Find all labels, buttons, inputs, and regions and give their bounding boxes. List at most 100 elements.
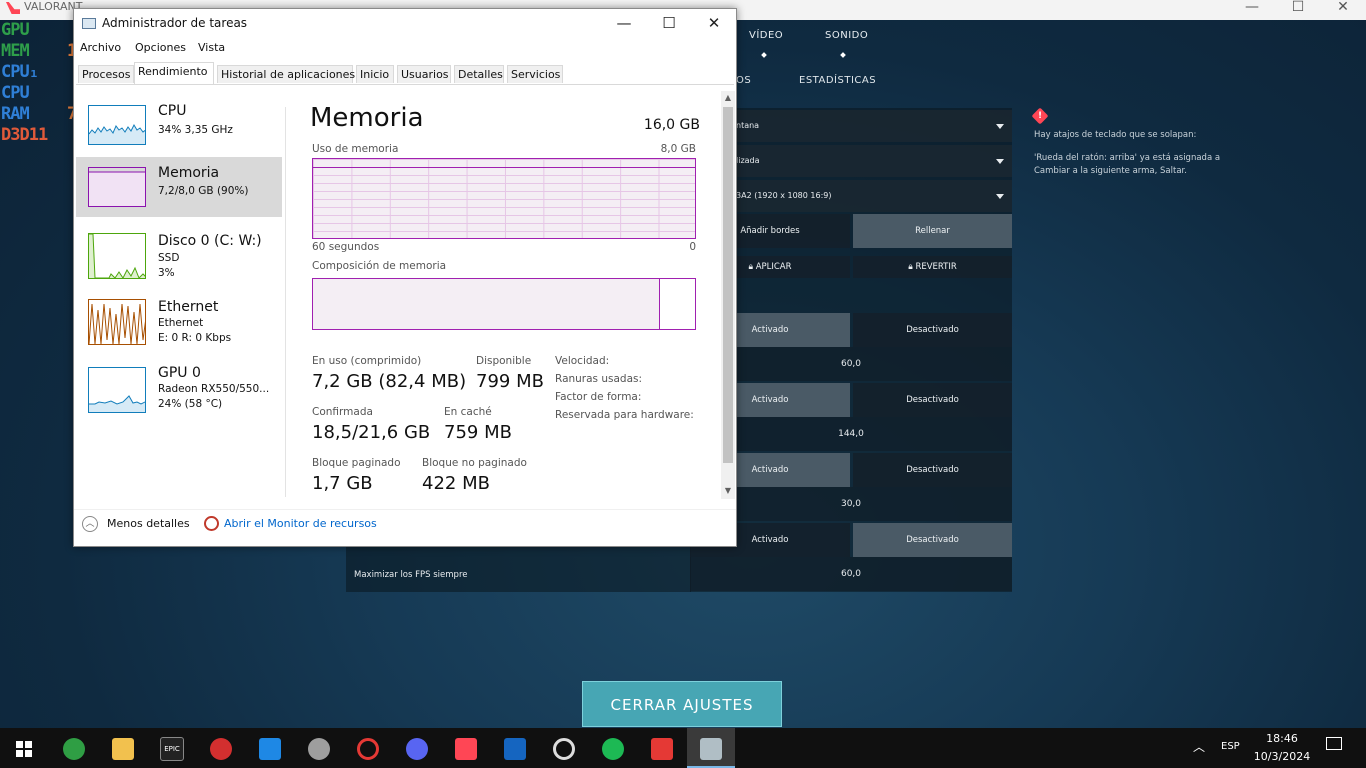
close-button[interactable]: ✕ (691, 9, 737, 39)
tab-users[interactable]: Usuarios (397, 65, 451, 83)
tab-startup[interactable]: Inicio (356, 65, 394, 83)
fps-value[interactable]: 60,0 (690, 347, 1012, 381)
close-settings-button[interactable]: CERRAR AJUSTES (582, 681, 782, 727)
scroll-thumb[interactable] (723, 107, 733, 463)
clock-time[interactable]: 18:46 (1262, 732, 1302, 745)
sidebar-sub: Ethernet (158, 317, 204, 329)
game-close-button[interactable]: ✕ (1320, 0, 1366, 20)
sidebar-item-cpu[interactable]: CPU 34% 3,35 GHz (76, 103, 282, 163)
resolution-mode-dropdown[interactable]: lizada (690, 145, 1012, 177)
sidebar-sub: 34% 3,35 GHz (158, 124, 233, 136)
subnav-tab-stats[interactable]: ESTADÍSTICAS (799, 75, 876, 86)
tab-app-history[interactable]: Historial de aplicaciones (217, 65, 355, 83)
notifications-icon[interactable] (1326, 737, 1342, 750)
paged-pool-value: 1,7 GB (312, 473, 373, 494)
tm-titlebar[interactable]: Administrador de tareas — ☐ ✕ (74, 9, 736, 39)
discord-icon[interactable] (393, 728, 441, 768)
committed-value: 18,5/21,6 GB (312, 422, 431, 443)
windows-start-icon[interactable] (0, 728, 48, 768)
usage-graph-max: 8,0 GB (660, 143, 696, 155)
warning-icon: ! (1031, 107, 1049, 125)
xbox-app-icon[interactable] (50, 728, 98, 768)
sidebar-item-memory[interactable]: Memoria 7,2/8,0 GB (90%) (76, 157, 282, 217)
sidebar-item-disk[interactable]: Disco 0 (C: W:) SSD 3% (76, 225, 282, 285)
chevron-down-icon (996, 194, 1004, 199)
file-explorer-icon[interactable] (99, 728, 147, 768)
sidebar-title: GPU 0 (158, 365, 201, 381)
toggle-off-button[interactable]: Desactivado (853, 313, 1012, 347)
taskbar: EPIC ︿ (0, 728, 1366, 768)
cpu-thumbnail-graph (88, 105, 146, 145)
game-minimize-button[interactable]: — (1229, 0, 1275, 20)
available-label: Disponible (476, 355, 532, 367)
tab-details[interactable]: Detalles (454, 65, 504, 83)
sidebar-sub: SSD (158, 252, 180, 264)
tab-services[interactable]: Servicios (507, 65, 563, 83)
warning-text: 'Rueda del ratón: arriba' ya está asigna… (1034, 153, 1221, 163)
keyboard-language[interactable]: ESP (1221, 741, 1240, 752)
nav-tab-video[interactable]: VÍDEO (749, 30, 783, 41)
sidebar-title: Ethernet (158, 299, 219, 315)
sidebar-title: Memoria (158, 165, 220, 181)
epic-games-icon[interactable]: EPIC (148, 728, 196, 768)
performance-sidebar: CPU 34% 3,35 GHz Memoria 7,2/8,0 GB (90%… (76, 95, 284, 495)
resource-monitor-icon[interactable] (204, 516, 219, 531)
scroll-up-icon[interactable]: ▲ (721, 93, 735, 102)
menu-view[interactable]: Vista (198, 41, 225, 54)
memory-thumbnail-graph (88, 167, 146, 207)
sidebar-divider (285, 107, 286, 497)
cached-label: En caché (444, 406, 492, 418)
fewer-details-button[interactable]: Menos detalles (107, 517, 190, 530)
scroll-down-icon[interactable]: ▼ (721, 486, 735, 495)
sidebar-title: CPU (158, 103, 187, 119)
tray-chevron-up-icon[interactable]: ︿ (1193, 738, 1205, 755)
menu-file[interactable]: Archivo (80, 41, 121, 54)
toggle-off-button[interactable]: Desactivado (853, 453, 1012, 487)
sidebar-sub: 24% (58 °C) (158, 398, 223, 410)
overlay-d3d11: D3D11 (1, 125, 48, 145)
spotify-icon[interactable] (589, 728, 637, 768)
fill-button[interactable]: Rellenar (853, 214, 1012, 248)
game-maximize-button[interactable]: ☐ (1275, 0, 1321, 20)
tab-processes[interactable]: Procesos (78, 65, 134, 83)
toggle-off-button[interactable]: Desactivado (853, 523, 1012, 557)
fps-value[interactable]: 30,0 (690, 487, 1012, 521)
opera-icon[interactable] (344, 728, 392, 768)
display-mode-dropdown[interactable]: ntana (690, 110, 1012, 142)
minimize-button[interactable]: — (601, 9, 647, 39)
gpu-thumbnail-graph (88, 367, 146, 413)
speed-label: Velocidad: (555, 355, 610, 367)
valorant-taskbar-icon[interactable] (442, 728, 490, 768)
memory-panel: Memoria 16,0 GB Uso de memoria 8,0 GB 60… (310, 95, 700, 515)
resource-monitor-link[interactable]: Abrir el Monitor de recursos (224, 517, 377, 530)
dropdown-value: lizada (736, 156, 760, 165)
tab-performance[interactable]: Rendimiento (134, 62, 214, 84)
subnav-tab[interactable]: OS (736, 75, 751, 86)
sidebar-item-gpu[interactable]: GPU 0 Radeon RX550/550... 24% (58 °C) (76, 359, 282, 419)
toggle-off-button[interactable]: Desactivado (853, 383, 1012, 417)
fps-value[interactable]: 60,0 (690, 557, 1012, 591)
steelseries-icon[interactable] (540, 728, 588, 768)
maximize-button[interactable]: ☐ (646, 9, 692, 39)
vscode-icon[interactable] (246, 728, 294, 768)
tm-title: Administrador de tareas (102, 16, 248, 30)
sidebar-item-ethernet[interactable]: Ethernet Ethernet E: 0 R: 0 Kbps (76, 293, 282, 353)
nav-tab-sound[interactable]: SONIDO (825, 30, 868, 41)
valorant-logo-icon (6, 2, 20, 14)
revert-button[interactable]: 🔒︎ REVERTIR (853, 256, 1012, 278)
msi-app-icon[interactable] (197, 728, 245, 768)
clock-date[interactable]: 10/3/2024 (1252, 750, 1312, 763)
usage-line (313, 167, 695, 168)
max-fps-label: Maximizar los FPS siempre (354, 570, 468, 580)
audio-app-icon[interactable] (491, 728, 539, 768)
amd-software-icon[interactable] (638, 728, 686, 768)
fps-value[interactable]: 144,0 (690, 417, 1012, 451)
menu-options[interactable]: Opciones (135, 41, 186, 54)
resolution-dropdown[interactable]: 3A2 (1920 x 1080 16:9) (690, 180, 1012, 212)
dropdown-value: 3A2 (1920 x 1080 16:9) (736, 191, 832, 200)
time-axis-left: 60 segundos (312, 241, 380, 253)
chevron-up-icon[interactable]: ︿ (82, 516, 98, 532)
task-manager-taskbar-icon[interactable] (687, 728, 735, 768)
sidebar-sub: 7,2/8,0 GB (90%) (158, 185, 249, 197)
paint-app-icon[interactable] (295, 728, 343, 768)
